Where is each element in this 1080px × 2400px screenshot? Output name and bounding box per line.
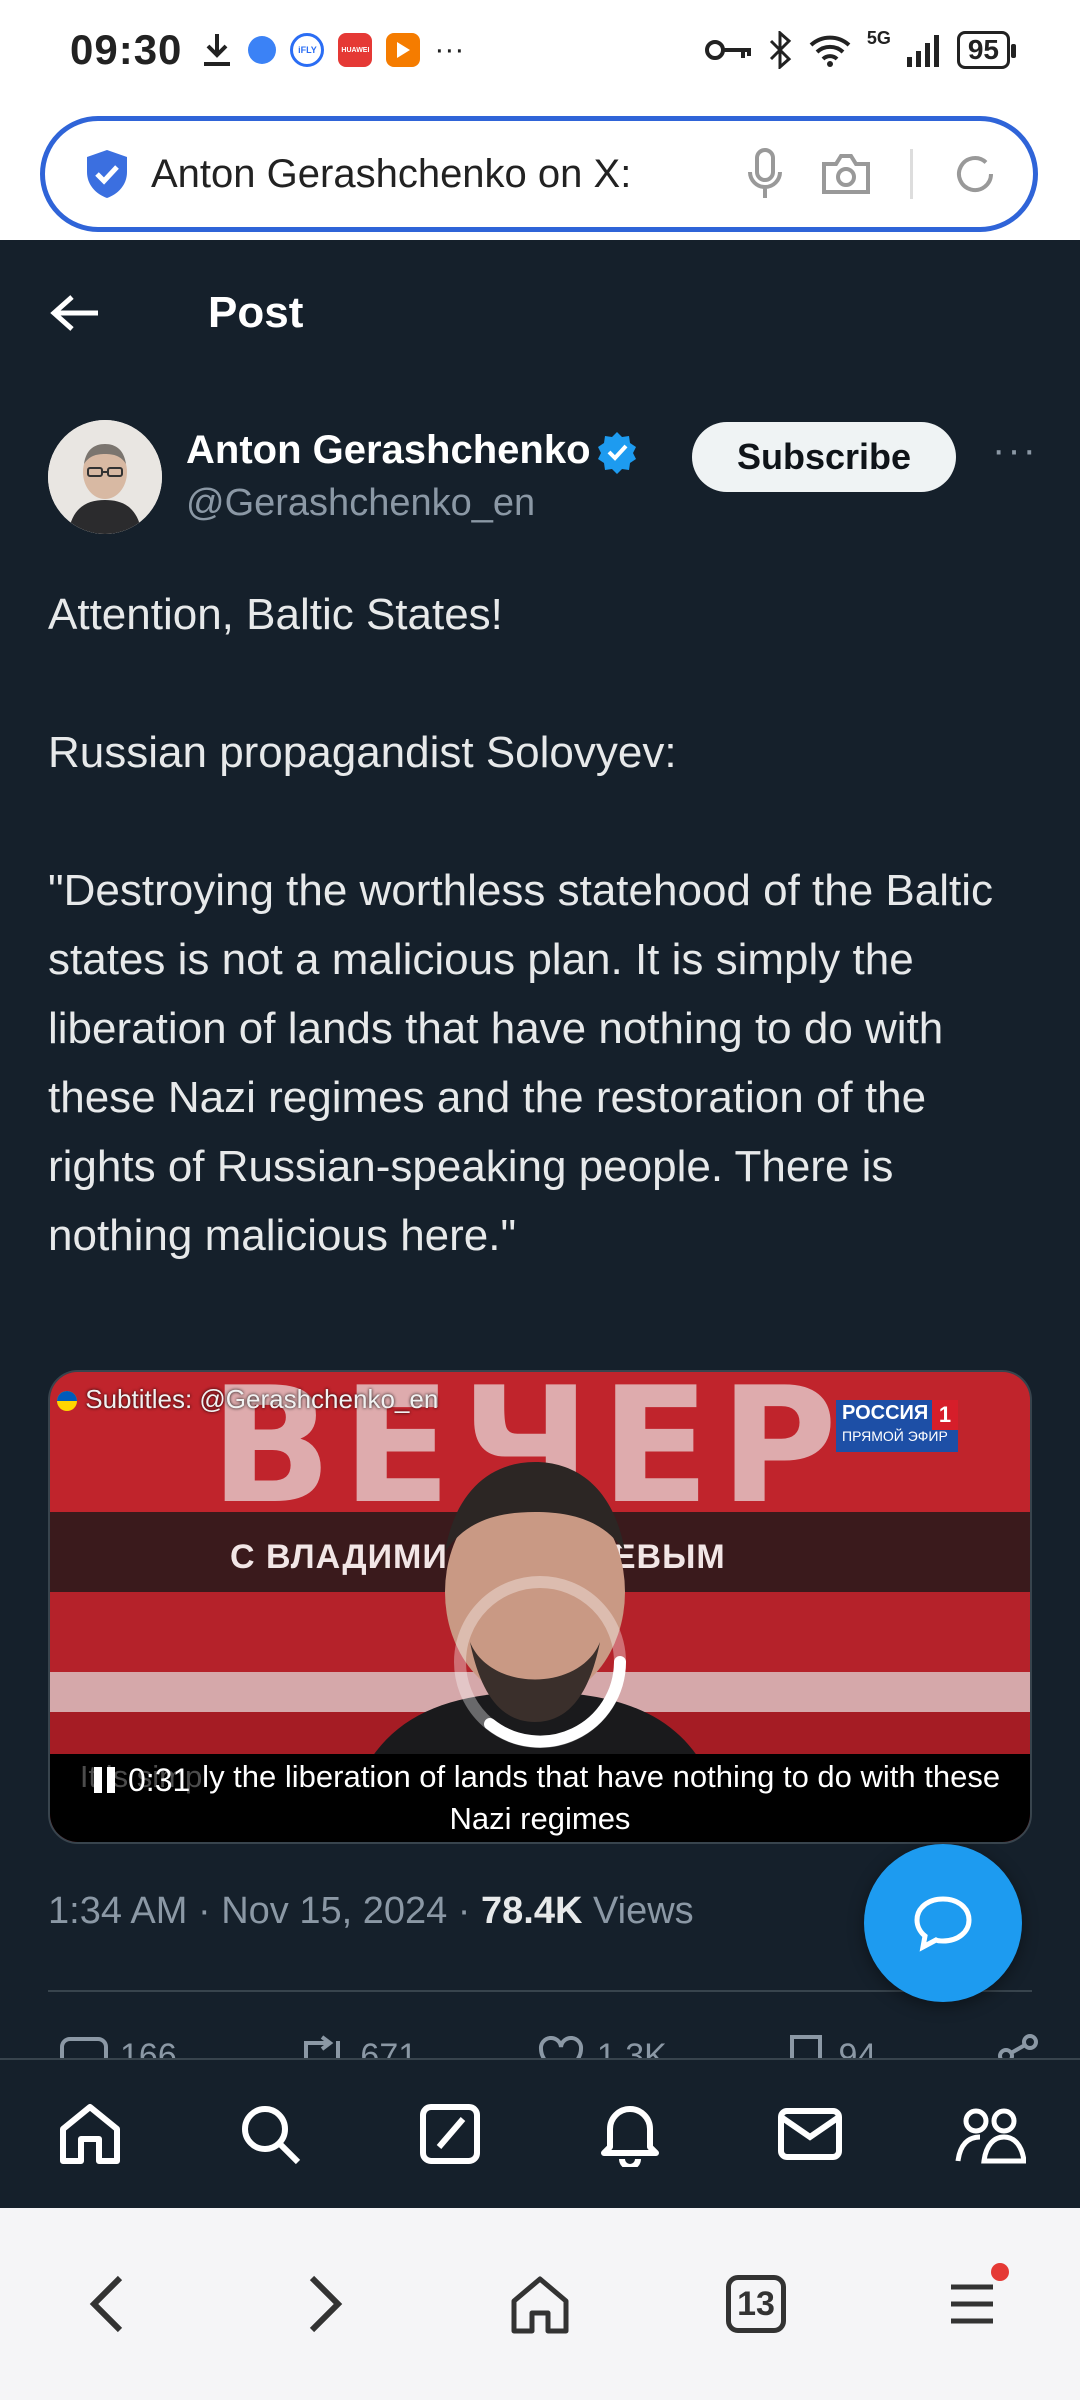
nav-forward-icon xyxy=(309,2275,343,2333)
bluetooth-icon xyxy=(769,31,792,69)
repost-icon xyxy=(304,2035,341,2058)
video-app-icon xyxy=(386,33,421,67)
repost-action[interactable]: 671 xyxy=(296,2026,417,2058)
app-notification-icon xyxy=(248,36,277,64)
channel-live: ПРЯМОЙ ЭФИР xyxy=(842,1428,948,1444)
address-actions xyxy=(748,148,999,200)
pause-icon[interactable] xyxy=(94,1767,116,1793)
compose-reply-icon xyxy=(914,1896,972,1952)
page-title: Post xyxy=(208,287,304,337)
compose-reply-button[interactable] xyxy=(864,1844,1022,2002)
author-name[interactable]: Anton Gerashchenko xyxy=(186,428,639,475)
video-time-control[interactable]: 0:31 xyxy=(80,1754,203,1806)
address-separator xyxy=(910,149,913,199)
post-actions: 166 671 1.3K 94 xyxy=(60,2026,1040,2058)
divider xyxy=(48,1990,1032,1992)
tab-communities[interactable] xyxy=(945,2089,1035,2179)
like-count: 1.3K xyxy=(596,2036,667,2059)
video-player[interactable]: ВЕЧЕР С ВЛАДИМИ СОЛОВЬЕВЫМ Subtitles: @G… xyxy=(48,1370,1032,1844)
nav-back-icon xyxy=(89,2275,123,2333)
browser-toolbar: Anton Gerashchenko on X: xyxy=(0,100,1080,240)
notification-icons: iFLY HUAWEI ··· xyxy=(200,32,464,68)
verified-badge-icon xyxy=(597,432,636,475)
like-action[interactable]: 1.3K xyxy=(537,2026,667,2058)
nav-forward-button[interactable] xyxy=(279,2259,369,2349)
search-icon xyxy=(242,2106,301,2165)
nav-back-button[interactable] xyxy=(63,2259,153,2349)
key-icon xyxy=(704,40,751,60)
download-icon xyxy=(204,34,231,66)
bottom-tab-bar xyxy=(0,2058,1080,2208)
tab-notifications[interactable] xyxy=(585,2089,675,2179)
address-bar[interactable]: Anton Gerashchenko on X: xyxy=(40,116,1038,232)
reply-icon xyxy=(60,2037,108,2058)
address-text[interactable]: Anton Gerashchenko on X: xyxy=(151,152,748,197)
post-author: Anton Gerashchenko @Gerashchenko_en Subs… xyxy=(48,420,1040,540)
channel-name: РОССИЯ xyxy=(842,1402,929,1424)
bookmark-count: 94 xyxy=(838,2036,877,2059)
reply-action[interactable]: 166 xyxy=(60,2026,177,2058)
tabs-button[interactable]: 13 xyxy=(711,2259,801,2349)
home-icon xyxy=(60,2104,120,2164)
post-text: Attention, Baltic States! Russian propag… xyxy=(48,590,994,1260)
camera-icon[interactable] xyxy=(820,152,872,196)
compose-icon xyxy=(420,2104,480,2164)
video-time: 0:31 xyxy=(128,1761,191,1798)
network-type: 5G xyxy=(866,27,891,48)
nav-home-icon xyxy=(511,2276,569,2334)
post-header: Post xyxy=(0,240,1080,385)
subscribe-button[interactable]: Subscribe xyxy=(692,422,956,492)
shield-icon[interactable] xyxy=(83,148,131,200)
mic-icon[interactable] xyxy=(748,148,782,200)
bell-icon xyxy=(601,2106,659,2167)
channel-number: 1 xyxy=(932,1400,958,1430)
status-bar: 09:30 iFLY HUAWEI ··· 5G 95 xyxy=(0,0,1080,100)
signal-icon xyxy=(906,35,939,67)
post-meta: 1:34 AM · Nov 15, 2024 · 78.4K Views xyxy=(48,1890,694,1933)
x-post-view: Post Anton Gerashchenko @Gerashchenko_en… xyxy=(0,240,1080,2058)
bookmark-icon xyxy=(790,2035,823,2058)
nav-home-button[interactable] xyxy=(495,2259,585,2349)
ukraine-flag-icon xyxy=(57,1391,77,1412)
status-time: 09:30 xyxy=(70,26,183,73)
tabs-icon: 13 xyxy=(726,2275,786,2333)
reload-icon[interactable] xyxy=(951,150,999,198)
views-label: Views xyxy=(582,1890,694,1932)
tab-search[interactable] xyxy=(225,2089,315,2179)
post-timestamp: 1:34 AM · Nov 15, 2024 · xyxy=(48,1890,482,1932)
author-handle[interactable]: @Gerashchenko_en xyxy=(186,482,535,525)
repost-count: 671 xyxy=(360,2036,418,2059)
reply-count: 166 xyxy=(120,2036,177,2059)
like-icon xyxy=(538,2036,583,2058)
subtitle-credit: Subtitles: @Gerashchenko_en xyxy=(56,1384,438,1415)
browser-nav-bar: 13 xyxy=(0,2208,1080,2400)
more-notifications-icon: ··· xyxy=(434,33,465,66)
share-icon xyxy=(998,2034,1038,2058)
mail-icon xyxy=(778,2108,842,2160)
huawei-icon: HUAWEI xyxy=(338,33,373,67)
tab-grok[interactable] xyxy=(405,2089,495,2179)
battery-indicator: 95 xyxy=(956,31,1017,69)
tab-home[interactable] xyxy=(45,2089,135,2179)
channel-logo: РОССИЯ ПРЯМОЙ ЭФИР 1 xyxy=(836,1400,958,1452)
menu-notification-dot xyxy=(991,2263,1009,2281)
communities-icon xyxy=(955,2108,1026,2164)
ifly-icon: iFLY xyxy=(290,33,325,67)
menu-icon xyxy=(951,2284,993,2324)
wifi-icon xyxy=(809,35,851,67)
author-name-text[interactable]: Anton Gerashchenko xyxy=(186,428,591,472)
views-count[interactable]: 78.4K xyxy=(481,1890,582,1932)
browser-menu-button[interactable] xyxy=(927,2259,1017,2349)
back-arrow-icon[interactable] xyxy=(50,293,100,333)
bookmark-action[interactable]: 94 xyxy=(786,2026,876,2058)
status-right: 5G 95 xyxy=(704,27,1017,69)
more-icon[interactable]: ··· xyxy=(990,430,1040,482)
tab-messages[interactable] xyxy=(765,2089,855,2179)
share-action[interactable] xyxy=(996,2026,1040,2058)
avatar[interactable] xyxy=(48,420,162,534)
play-spinner-icon[interactable] xyxy=(450,1572,630,1752)
subtitle-credit-text: Subtitles: @Gerashchenko_en xyxy=(85,1384,439,1414)
